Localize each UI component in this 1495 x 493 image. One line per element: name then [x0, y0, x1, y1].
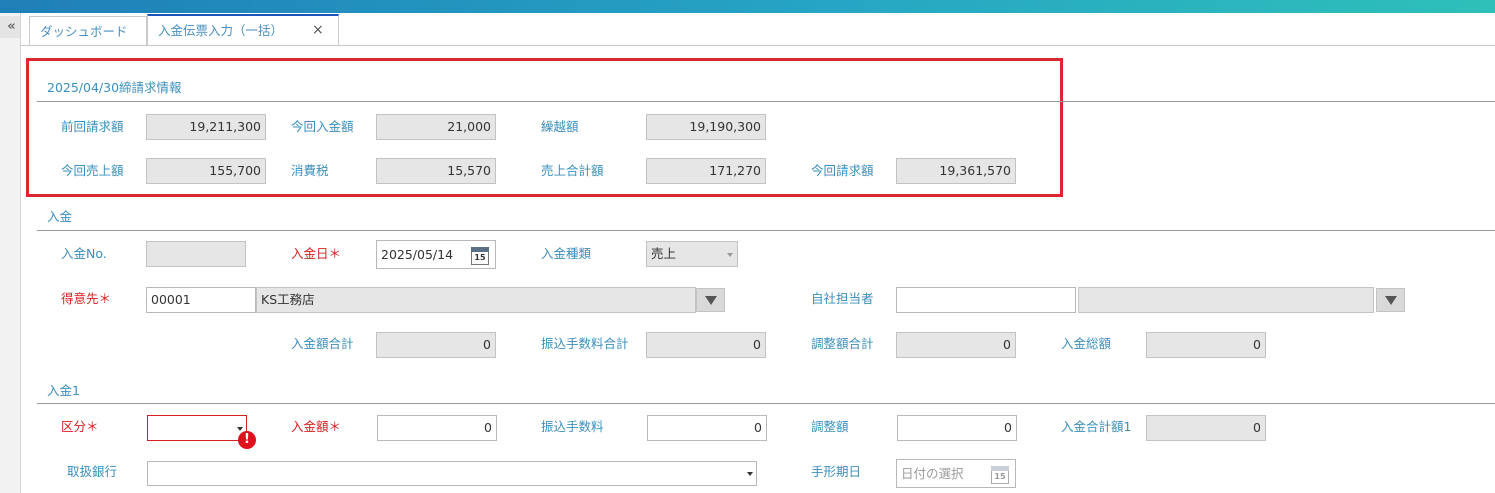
adjust-total-field: 0	[896, 332, 1016, 358]
payment-type-label: 入金種類	[541, 246, 592, 261]
payment1-total-label: 入金合計額1	[1061, 419, 1132, 434]
note-date-placeholder: 日付の選択	[901, 466, 964, 481]
payment1-section-title: 入金1	[47, 383, 80, 398]
current-payment-field: 21,000	[376, 114, 496, 140]
customer-code-input[interactable]: 00001	[146, 287, 256, 313]
staff-name-field	[1078, 287, 1374, 313]
amount-label: 入金額＊	[291, 419, 342, 434]
payment-type-select[interactable]: 売上	[646, 241, 738, 267]
prev-invoice-label: 前回請求額	[61, 119, 124, 134]
adjust-total-label: 調整額合計	[811, 336, 874, 351]
payment-section-title: 入金	[47, 209, 73, 224]
adjust-label: 調整額	[811, 419, 849, 434]
tab-bar-border	[20, 45, 1495, 46]
customer-dropdown-button[interactable]	[696, 288, 725, 312]
bank-label: 取扱銀行	[67, 464, 118, 479]
customer-name-field: KS工務店	[256, 287, 696, 313]
tab-payment-entry[interactable]: 入金伝票入力（一括） ×	[147, 14, 339, 45]
tab-dashboard-label: ダッシュボード	[40, 24, 128, 39]
staff-label: 自社担当者	[811, 291, 874, 306]
chevron-down-icon	[727, 253, 733, 257]
adjust-input[interactable]: 0	[897, 415, 1017, 441]
divider	[37, 403, 1495, 404]
amount-total-field: 0	[376, 332, 496, 358]
chevron-down-icon	[747, 472, 753, 476]
current-invoice-field: 19,361,570	[896, 158, 1016, 184]
calendar-icon[interactable]: 15	[471, 247, 489, 265]
payment-date-input[interactable]: 2025/05/14 15	[376, 240, 496, 269]
note-date-label: 手形期日	[811, 464, 862, 479]
calendar-icon[interactable]: 15	[991, 466, 1009, 484]
required-mark: ＊	[328, 419, 342, 434]
fee-total-field: 0	[646, 332, 766, 358]
fee-total-label: 振込手数料合計	[541, 336, 629, 351]
bank-select[interactable]	[147, 461, 757, 486]
sales-total-field: 171,270	[646, 158, 766, 184]
payment-date-value: 2025/05/14	[381, 247, 454, 262]
amount-total-label: 入金額合計	[291, 336, 354, 351]
required-mark: ＊	[86, 419, 99, 434]
collapse-sidebar-icon[interactable]: «	[0, 16, 20, 38]
payment1-total-field: 0	[1146, 415, 1266, 441]
chevron-down-icon	[237, 427, 243, 431]
prev-invoice-field: 19,211,300	[146, 114, 266, 140]
payment-type-value: 売上	[651, 246, 677, 261]
customer-label: 得意先＊	[61, 291, 112, 306]
tax-field: 15,570	[376, 158, 496, 184]
staff-code-input[interactable]	[896, 287, 1076, 313]
category-label: 区分＊	[61, 419, 99, 434]
error-icon: !	[238, 431, 256, 449]
divider	[37, 230, 1495, 231]
current-payment-label: 今回入金額	[291, 119, 354, 134]
tab-dashboard[interactable]: ダッシュボード	[29, 16, 147, 45]
payment-no-field	[146, 241, 246, 267]
grand-total-field: 0	[1146, 332, 1266, 358]
payment-no-label: 入金No.	[61, 246, 107, 261]
tab-payment-entry-label: 入金伝票入力（一括）	[158, 23, 284, 38]
sales-total-label: 売上合計額	[541, 163, 604, 178]
required-mark: ＊	[98, 291, 112, 306]
current-sales-field: 155,700	[146, 158, 266, 184]
carryover-field: 19,190,300	[646, 114, 766, 140]
note-date-input[interactable]: 日付の選択 15	[896, 459, 1016, 488]
current-invoice-label: 今回請求額	[811, 163, 874, 178]
grand-total-label: 入金総額	[1061, 336, 1112, 351]
amount-input[interactable]: 0	[377, 415, 497, 441]
current-sales-label: 今回売上額	[61, 163, 124, 178]
fee-label: 振込手数料	[541, 419, 604, 434]
close-icon[interactable]: ×	[312, 16, 324, 45]
billing-section-title: 2025/04/30締請求情報	[47, 80, 182, 95]
carryover-label: 繰越額	[541, 119, 579, 134]
category-select[interactable]	[147, 415, 247, 441]
divider	[37, 101, 1495, 102]
top-banner	[0, 0, 1495, 13]
left-sidebar	[0, 13, 21, 493]
staff-dropdown-button[interactable]	[1376, 288, 1405, 312]
tax-label: 消費税	[291, 163, 329, 178]
fee-input[interactable]: 0	[647, 415, 767, 441]
required-mark: ＊	[328, 246, 342, 261]
payment-date-label: 入金日＊	[291, 246, 342, 261]
